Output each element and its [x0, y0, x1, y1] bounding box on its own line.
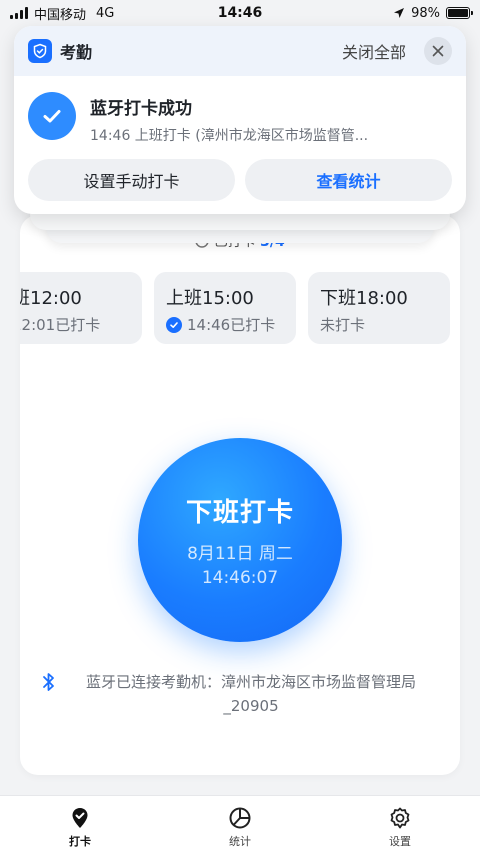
carrier-name: 中国移动: [34, 7, 87, 23]
notification-body: 蓝牙打卡成功 14:46 上班打卡 (漳州市龙海区市场监督管...: [14, 76, 466, 145]
bluetooth-icon: [43, 673, 54, 691]
tab-stats[interactable]: 统计: [160, 796, 320, 853]
notification-title: 蓝牙打卡成功: [90, 99, 192, 119]
close-notification-button[interactable]: [424, 37, 452, 65]
close-icon: [432, 45, 444, 57]
punch-button[interactable]: 下班打卡 8月11日 周二 14:46:07: [138, 438, 342, 642]
battery-icon: [446, 7, 473, 19]
notification-app-name: 考勤: [60, 43, 93, 62]
punch-title: 下班打卡: [185, 498, 294, 528]
status-bar: 中国移动 4G 14:46 98%: [0, 0, 480, 26]
shift-name: 上班15:00: [166, 288, 254, 309]
app-shield-icon: [28, 39, 52, 63]
notification-subtitle: 14:46 上班打卡 (漳州市龙海区市场监督管...: [90, 128, 369, 144]
location-arrow-icon: [394, 8, 405, 18]
tab-punch[interactable]: 打卡: [0, 796, 160, 853]
shift-card[interactable]: 班12:00 12:01已打卡: [20, 272, 142, 344]
notification-actions: 设置手动打卡 查看统计: [14, 145, 466, 201]
tab-label: 打卡: [69, 835, 91, 848]
signal-icon: [10, 7, 28, 19]
notification-header: 考勤 关闭全部: [14, 26, 466, 76]
punch-date: 8月11日 周二: [187, 544, 293, 564]
bluetooth-status: 蓝牙已连接考勤机：漳州市龙海区市场监督管理局_20905: [42, 670, 438, 718]
tab-bar: 打卡 统计 设置: [0, 795, 480, 853]
pie-chart-icon: [229, 807, 251, 829]
bluetooth-text: 蓝牙已连接考勤机：漳州市龙海区市场监督管理局_20905: [85, 673, 416, 715]
shift-status: 未打卡: [320, 314, 438, 335]
close-all-button[interactable]: 关闭全部: [342, 39, 406, 63]
shift-status: 12:01已打卡: [20, 314, 130, 335]
check-circle-icon: [166, 316, 182, 333]
shift-name: 班12:00: [20, 288, 82, 309]
shift-card[interactable]: 下班18:00 未打卡: [308, 272, 450, 344]
shift-list: 班12:00 12:01已打卡 上班15:00 14:46已打卡 下班18:00…: [20, 272, 450, 344]
battery-percent: 98%: [411, 5, 440, 21]
punch-time: 14:46:07: [201, 568, 279, 588]
gear-icon: [390, 807, 410, 829]
notification-card[interactable]: 考勤 关闭全部 蓝牙打卡成功 14:46 上班打卡 (漳州市龙海区市场监督管..…: [14, 26, 466, 214]
tab-settings[interactable]: 设置: [320, 796, 480, 853]
shift-card[interactable]: 上班15:00 14:46已打卡: [154, 272, 296, 344]
tab-label: 设置: [389, 835, 411, 848]
shift-status: 14:46已打卡: [166, 314, 284, 335]
view-stats-button[interactable]: 查看统计: [245, 159, 452, 201]
network-type: 4G: [96, 5, 115, 21]
shift-status-text: 14:46已打卡: [187, 316, 276, 334]
location-check-icon: [72, 808, 88, 828]
attendance-card: 已打卡 3/4 班12:00 12:01已打卡 上班15:00 14:46已打卡…: [20, 215, 460, 775]
shift-status-text: 未打卡: [320, 316, 366, 334]
tab-label: 统计: [229, 835, 251, 848]
shift-name: 下班18:00: [320, 288, 408, 309]
success-check-icon: [28, 92, 76, 140]
shift-status-text: 12:01已打卡: [20, 316, 101, 334]
manual-punch-button[interactable]: 设置手动打卡: [28, 159, 235, 201]
